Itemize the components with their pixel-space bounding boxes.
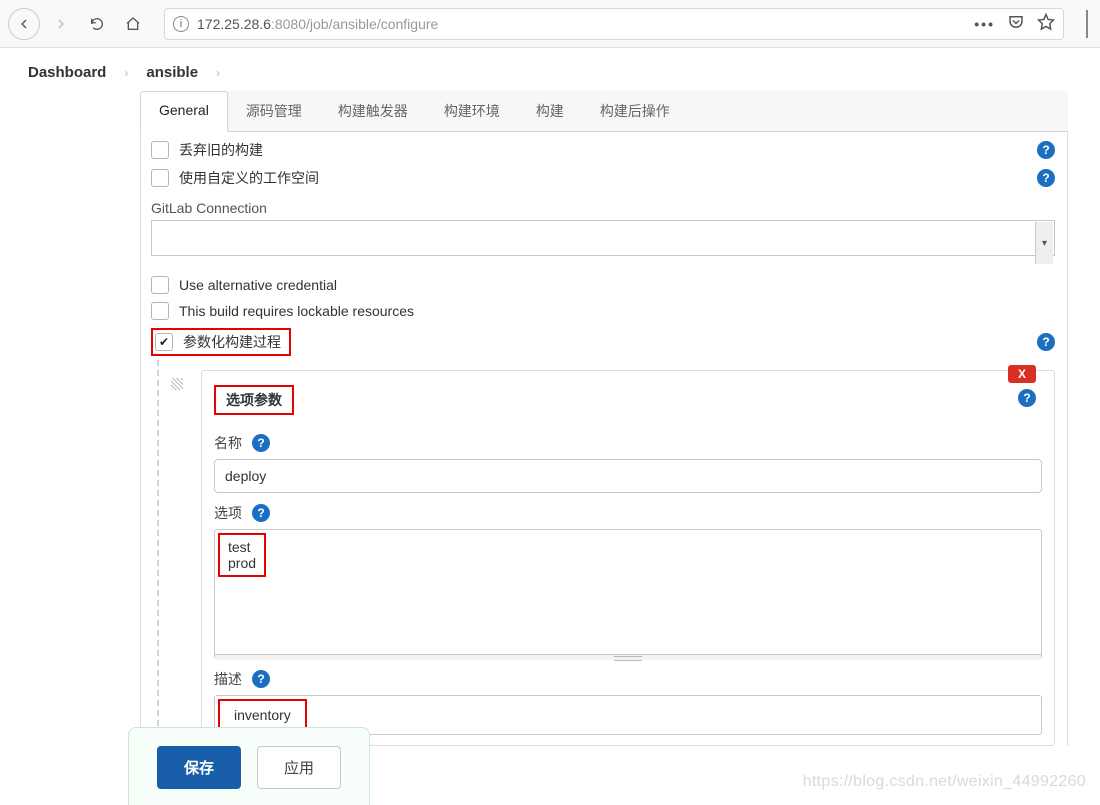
tab-general[interactable]: General xyxy=(140,91,228,132)
help-icon[interactable]: ? xyxy=(252,670,270,688)
delete-param-button[interactable]: X xyxy=(1008,365,1036,383)
action-footer: 保存 应用 xyxy=(128,727,370,805)
checkbox-alt-credential[interactable] xyxy=(151,276,169,294)
chevron-right-icon: › xyxy=(124,66,128,80)
parameter-block: X ? 选项参数 名称 ? 选项 ? test prod 描述 xyxy=(157,360,1055,746)
tab-env[interactable]: 构建环境 xyxy=(426,91,518,131)
label-discard-old-builds: 丢弃旧的构建 xyxy=(179,140,263,160)
bookmark-star-icon[interactable] xyxy=(1037,13,1055,34)
tab-post[interactable]: 构建后操作 xyxy=(582,91,688,131)
input-param-name[interactable] xyxy=(214,459,1042,493)
param-type-title: 选项参数 xyxy=(214,385,294,415)
url-bar[interactable]: i 172.25.28.6:8080/job/ansible/configure… xyxy=(164,8,1064,40)
url-text: 172.25.28.6:8080/job/ansible/configure xyxy=(197,16,438,32)
textarea-param-options-wrap: test prod xyxy=(214,529,1042,659)
help-icon[interactable]: ? xyxy=(1037,141,1055,159)
label-parameterized: 参数化构建过程 xyxy=(183,332,281,352)
back-button[interactable] xyxy=(8,8,40,40)
browser-toolbar: i 172.25.28.6:8080/job/ansible/configure… xyxy=(0,0,1100,48)
crumb-job[interactable]: ansible xyxy=(146,64,198,81)
help-icon[interactable]: ? xyxy=(1037,169,1055,187)
home-button[interactable] xyxy=(118,9,148,39)
help-icon[interactable]: ? xyxy=(1037,333,1055,351)
label-custom-workspace: 使用自定义的工作空间 xyxy=(179,168,319,188)
tab-triggers[interactable]: 构建触发器 xyxy=(320,91,426,131)
breadcrumb: Dashboard › ansible › xyxy=(0,48,1100,91)
select-gitlab-connection[interactable] xyxy=(151,220,1055,256)
drag-handle-icon[interactable] xyxy=(171,378,183,390)
label-gitlab-connection: GitLab Connection xyxy=(151,192,1055,220)
help-icon[interactable]: ? xyxy=(252,434,270,452)
config-content: 丢弃旧的构建 ? 使用自定义的工作空间 ? GitLab Connection … xyxy=(140,132,1068,746)
textarea-param-options[interactable]: test prod xyxy=(218,533,266,577)
sidebar-toggle-icon[interactable] xyxy=(1086,10,1092,38)
label-param-name: 名称 xyxy=(214,433,242,453)
resize-handle-icon[interactable] xyxy=(215,654,1041,660)
label-param-options: 选项 xyxy=(214,503,242,523)
reload-button[interactable] xyxy=(82,9,112,39)
apply-button[interactable]: 应用 xyxy=(257,746,341,789)
help-icon[interactable]: ? xyxy=(252,504,270,522)
page-actions-icon[interactable]: ••• xyxy=(974,16,995,32)
checkbox-discard-old-builds[interactable] xyxy=(151,141,169,159)
forward-button[interactable] xyxy=(46,9,76,39)
save-button[interactable]: 保存 xyxy=(157,746,241,789)
tab-build[interactable]: 构建 xyxy=(518,91,582,131)
crumb-dashboard[interactable]: Dashboard xyxy=(28,64,106,81)
checkbox-parameterized[interactable] xyxy=(155,333,173,351)
label-lockable-resources: This build requires lockable resources xyxy=(179,303,414,319)
watermark-text: https://blog.csdn.net/weixin_44992260 xyxy=(803,773,1086,791)
label-alt-credential: Use alternative credential xyxy=(179,277,337,293)
label-param-description: 描述 xyxy=(214,669,242,689)
config-tabs: General 源码管理 构建触发器 构建环境 构建 构建后操作 xyxy=(140,91,1068,132)
chevron-down-icon: ▾ xyxy=(1035,222,1053,264)
checkbox-custom-workspace[interactable] xyxy=(151,169,169,187)
site-info-icon[interactable]: i xyxy=(173,16,189,32)
tab-scm[interactable]: 源码管理 xyxy=(228,91,320,131)
help-icon[interactable]: ? xyxy=(1018,389,1036,407)
checkbox-lockable-resources[interactable] xyxy=(151,302,169,320)
pocket-icon[interactable] xyxy=(1007,13,1025,34)
chevron-right-icon: › xyxy=(216,66,220,80)
